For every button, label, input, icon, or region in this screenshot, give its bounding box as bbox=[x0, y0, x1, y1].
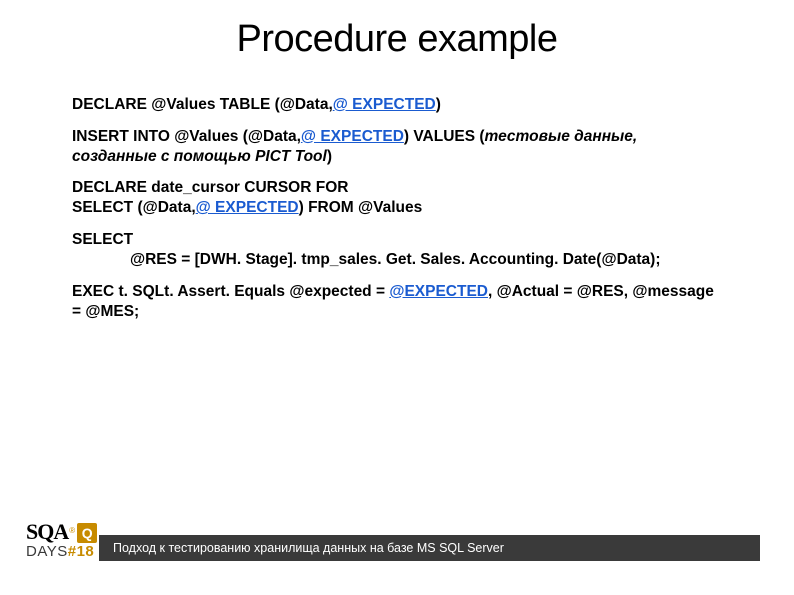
code-line-3: DECLARE date_cursor CURSOR FOR SELECT (@… bbox=[72, 178, 722, 218]
text: SELECT bbox=[72, 231, 133, 248]
logo-q-badge: Q bbox=[77, 523, 97, 543]
indented-text: @RES = [DWH. Stage]. tmp_sales. Get. Sal… bbox=[72, 251, 661, 268]
link-expected[interactable]: @ EXPECTED bbox=[333, 96, 436, 113]
text: EXEC t. SQLt. Assert. Equals @expected = bbox=[72, 283, 389, 300]
slide-title: Procedure example bbox=[72, 18, 722, 61]
logo-sqa: SQA bbox=[26, 519, 68, 545]
code-line-1: DECLARE @Values TABLE (@Data,@ EXPECTED) bbox=[72, 95, 722, 115]
footer-text: Подход к тестированию хранилища данных н… bbox=[113, 541, 504, 555]
text: SELECT (@Data, bbox=[72, 199, 196, 216]
logo-days: DAYS bbox=[26, 543, 68, 560]
link-expected[interactable]: @EXPECTED bbox=[389, 283, 488, 300]
code-line-2: INSERT INTO @Values (@Data,@ EXPECTED) V… bbox=[72, 127, 722, 167]
logo-top-row: SQA ® Q bbox=[26, 519, 100, 545]
link-expected[interactable]: @ EXPECTED bbox=[196, 199, 299, 216]
text: DECLARE @Values TABLE (@Data, bbox=[72, 96, 333, 113]
sqa-days-logo: SQA ® Q DAYS#18 bbox=[26, 519, 100, 579]
code-line-4: SELECT @RES = [DWH. Stage]. tmp_sales. G… bbox=[72, 230, 722, 270]
logo-bottom-row: DAYS#18 bbox=[26, 543, 100, 560]
text: INSERT INTO @Values (@Data, bbox=[72, 128, 301, 145]
text: DECLARE date_cursor CURSOR FOR bbox=[72, 179, 348, 196]
text: ) VALUES ( bbox=[404, 128, 485, 145]
code-content: DECLARE @Values TABLE (@Data,@ EXPECTED)… bbox=[72, 95, 722, 321]
slide: Procedure example DECLARE @Values TABLE … bbox=[0, 0, 794, 595]
logo-number: #18 bbox=[68, 543, 95, 560]
footer: Подход к тестированию хранилища данных н… bbox=[0, 535, 794, 563]
text: ) bbox=[436, 96, 441, 113]
registered-icon: ® bbox=[69, 526, 75, 535]
text: ) bbox=[327, 148, 332, 165]
code-line-5: EXEC t. SQLt. Assert. Equals @expected =… bbox=[72, 282, 722, 322]
footer-bar: Подход к тестированию хранилища данных н… bbox=[99, 535, 760, 561]
text: ) FROM @Values bbox=[299, 199, 423, 216]
link-expected[interactable]: @ EXPECTED bbox=[301, 128, 404, 145]
